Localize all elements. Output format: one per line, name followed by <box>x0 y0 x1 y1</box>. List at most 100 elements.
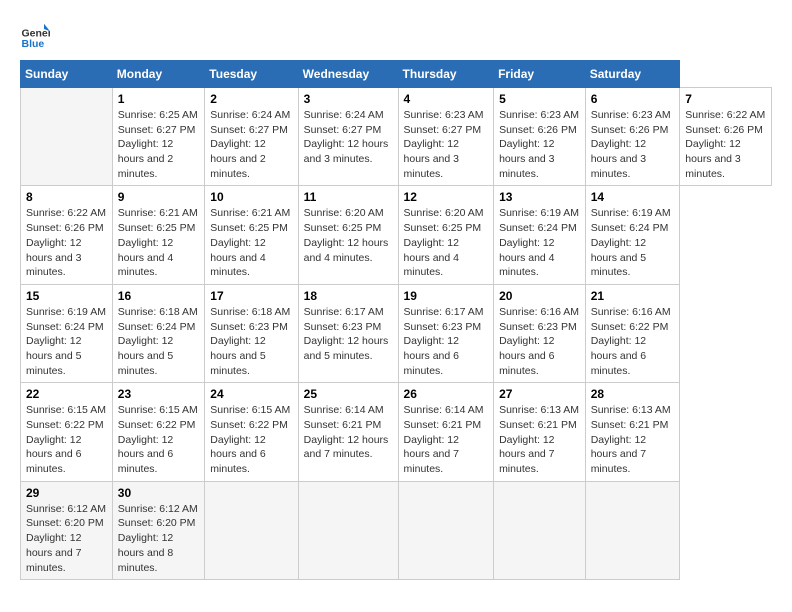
calendar-cell <box>205 481 298 579</box>
day-info: Sunrise: 6:21 AMSunset: 6:25 PMDaylight:… <box>118 206 200 279</box>
day-number: 7 <box>685 92 766 106</box>
day-number: 30 <box>118 486 200 500</box>
day-number: 14 <box>591 190 675 204</box>
day-info: Sunrise: 6:12 AMSunset: 6:20 PMDaylight:… <box>118 502 200 575</box>
weekday-header-wednesday: Wednesday <box>298 61 398 88</box>
calendar-cell: 28 Sunrise: 6:13 AMSunset: 6:21 PMDayligh… <box>585 383 680 481</box>
weekday-header-friday: Friday <box>494 61 586 88</box>
weekday-header-tuesday: Tuesday <box>205 61 298 88</box>
day-number: 22 <box>26 387 107 401</box>
day-info: Sunrise: 6:22 AMSunset: 6:26 PMDaylight:… <box>685 108 766 181</box>
calendar-cell: 2 Sunrise: 6:24 AMSunset: 6:27 PMDaylight… <box>205 88 298 186</box>
day-info: Sunrise: 6:15 AMSunset: 6:22 PMDaylight:… <box>118 403 200 476</box>
day-info: Sunrise: 6:13 AMSunset: 6:21 PMDaylight:… <box>591 403 675 476</box>
day-info: Sunrise: 6:21 AMSunset: 6:25 PMDaylight:… <box>210 206 292 279</box>
day-info: Sunrise: 6:17 AMSunset: 6:23 PMDaylight:… <box>404 305 489 378</box>
day-number: 23 <box>118 387 200 401</box>
calendar-cell: 6 Sunrise: 6:23 AMSunset: 6:26 PMDaylight… <box>585 88 680 186</box>
calendar-cell: 9 Sunrise: 6:21 AMSunset: 6:25 PMDaylight… <box>112 186 205 284</box>
calendar-cell: 21 Sunrise: 6:16 AMSunset: 6:22 PMDayligh… <box>585 284 680 382</box>
day-number: 9 <box>118 190 200 204</box>
calendar-cell: 25Sunrise: 6:14 AMSunset: 6:21 PMDayligh… <box>298 383 398 481</box>
calendar-cell: 16 Sunrise: 6:18 AMSunset: 6:24 PMDayligh… <box>112 284 205 382</box>
calendar-cell: 19Sunrise: 6:17 AMSunset: 6:23 PMDayligh… <box>398 284 494 382</box>
svg-text:Blue: Blue <box>22 38 45 50</box>
calendar-cell: 23 Sunrise: 6:15 AMSunset: 6:22 PMDayligh… <box>112 383 205 481</box>
calendar-table: SundayMondayTuesdayWednesdayThursdayFrid… <box>20 60 772 580</box>
day-info: Sunrise: 6:24 AMSunset: 6:27 PMDaylight:… <box>304 108 393 167</box>
day-info: Sunrise: 6:19 AMSunset: 6:24 PMDaylight:… <box>26 305 107 378</box>
weekday-header-thursday: Thursday <box>398 61 494 88</box>
day-number: 6 <box>591 92 675 106</box>
calendar-cell: 30 Sunrise: 6:12 AMSunset: 6:20 PMDayligh… <box>112 481 205 579</box>
day-info: Sunrise: 6:14 AMSunset: 6:21 PMDaylight:… <box>304 403 393 462</box>
day-number: 12 <box>404 190 489 204</box>
calendar-cell <box>398 481 494 579</box>
day-number: 1 <box>118 92 200 106</box>
day-number: 20 <box>499 289 580 303</box>
day-info: Sunrise: 6:14 AMSunset: 6:21 PMDaylight:… <box>404 403 489 476</box>
day-number: 26 <box>404 387 489 401</box>
day-info: Sunrise: 6:22 AMSunset: 6:26 PMDaylight:… <box>26 206 107 279</box>
day-number: 2 <box>210 92 292 106</box>
calendar-cell: 24 Sunrise: 6:15 AMSunset: 6:22 PMDayligh… <box>205 383 298 481</box>
calendar-cell: 27 Sunrise: 6:13 AMSunset: 6:21 PMDayligh… <box>494 383 586 481</box>
day-info: Sunrise: 6:15 AMSunset: 6:22 PMDaylight:… <box>26 403 107 476</box>
calendar-cell: 29 Sunrise: 6:12 AMSunset: 6:20 PMDayligh… <box>21 481 113 579</box>
logo: General Blue <box>20 20 50 50</box>
day-info: Sunrise: 6:13 AMSunset: 6:21 PMDaylight:… <box>499 403 580 476</box>
day-info: Sunrise: 6:23 AMSunset: 6:26 PMDaylight:… <box>499 108 580 181</box>
calendar-cell <box>298 481 398 579</box>
day-info: Sunrise: 6:12 AMSunset: 6:20 PMDaylight:… <box>26 502 107 575</box>
calendar-cell: 13 Sunrise: 6:19 AMSunset: 6:24 PMDayligh… <box>494 186 586 284</box>
calendar-cell <box>494 481 586 579</box>
day-info: Sunrise: 6:16 AMSunset: 6:23 PMDaylight:… <box>499 305 580 378</box>
day-number: 4 <box>404 92 489 106</box>
day-number: 28 <box>591 387 675 401</box>
calendar-cell: 7 Sunrise: 6:22 AMSunset: 6:26 PMDaylight… <box>680 88 772 186</box>
calendar-cell: 14 Sunrise: 6:19 AMSunset: 6:24 PMDayligh… <box>585 186 680 284</box>
calendar-cell <box>585 481 680 579</box>
day-number: 29 <box>26 486 107 500</box>
calendar-cell: 5 Sunrise: 6:23 AMSunset: 6:26 PMDaylight… <box>494 88 586 186</box>
calendar-cell: 10 Sunrise: 6:21 AMSunset: 6:25 PMDayligh… <box>205 186 298 284</box>
day-info: Sunrise: 6:19 AMSunset: 6:24 PMDaylight:… <box>591 206 675 279</box>
day-info: Sunrise: 6:18 AMSunset: 6:23 PMDaylight:… <box>210 305 292 378</box>
calendar-cell: 11 Sunrise: 6:20 AMSunset: 6:25 PMDayligh… <box>298 186 398 284</box>
calendar-cell: 12 Sunrise: 6:20 AMSunset: 6:25 PMDayligh… <box>398 186 494 284</box>
weekday-header-saturday: Saturday <box>585 61 680 88</box>
day-info: Sunrise: 6:17 AMSunset: 6:23 PMDaylight:… <box>304 305 393 364</box>
logo-icon: General Blue <box>20 20 50 50</box>
day-info: Sunrise: 6:15 AMSunset: 6:22 PMDaylight:… <box>210 403 292 476</box>
day-info: Sunrise: 6:25 AMSunset: 6:27 PMDaylight:… <box>118 108 200 181</box>
page-header: General Blue <box>20 20 772 50</box>
day-info: Sunrise: 6:18 AMSunset: 6:24 PMDaylight:… <box>118 305 200 378</box>
day-number: 16 <box>118 289 200 303</box>
calendar-cell: 15Sunrise: 6:19 AMSunset: 6:24 PMDayligh… <box>21 284 113 382</box>
calendar-cell: 22 Sunrise: 6:15 AMSunset: 6:22 PMDayligh… <box>21 383 113 481</box>
day-info: Sunrise: 6:20 AMSunset: 6:25 PMDaylight:… <box>304 206 393 265</box>
calendar-cell: 3Sunrise: 6:24 AMSunset: 6:27 PMDaylight… <box>298 88 398 186</box>
calendar-cell: 20 Sunrise: 6:16 AMSunset: 6:23 PMDayligh… <box>494 284 586 382</box>
calendar-cell-empty <box>21 88 113 186</box>
day-number: 5 <box>499 92 580 106</box>
day-info: Sunrise: 6:16 AMSunset: 6:22 PMDaylight:… <box>591 305 675 378</box>
day-info: Sunrise: 6:23 AMSunset: 6:26 PMDaylight:… <box>591 108 675 181</box>
day-number: 21 <box>591 289 675 303</box>
day-number: 17 <box>210 289 292 303</box>
day-number: 24 <box>210 387 292 401</box>
day-number: 11 <box>304 190 393 204</box>
calendar-cell: 4Sunrise: 6:23 AMSunset: 6:27 PMDaylight… <box>398 88 494 186</box>
weekday-header-sunday: Sunday <box>21 61 113 88</box>
calendar-cell: 17 Sunrise: 6:18 AMSunset: 6:23 PMDayligh… <box>205 284 298 382</box>
day-info: Sunrise: 6:24 AMSunset: 6:27 PMDaylight:… <box>210 108 292 181</box>
calendar-cell: 1 Sunrise: 6:25 AMSunset: 6:27 PMDaylight… <box>112 88 205 186</box>
calendar-cell: 26 Sunrise: 6:14 AMSunset: 6:21 PMDayligh… <box>398 383 494 481</box>
day-number: 13 <box>499 190 580 204</box>
day-number: 10 <box>210 190 292 204</box>
weekday-header-monday: Monday <box>112 61 205 88</box>
calendar-cell: 8Sunrise: 6:22 AMSunset: 6:26 PMDaylight… <box>21 186 113 284</box>
day-number: 27 <box>499 387 580 401</box>
day-info: Sunrise: 6:20 AMSunset: 6:25 PMDaylight:… <box>404 206 489 279</box>
day-info: Sunrise: 6:19 AMSunset: 6:24 PMDaylight:… <box>499 206 580 279</box>
